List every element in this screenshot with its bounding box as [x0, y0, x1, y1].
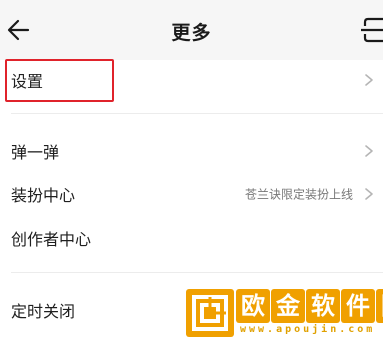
dressup-center-label: 装扮中心 — [11, 186, 76, 205]
dressup-promo-text: 苍兰诀限定装扮上线 — [244, 187, 353, 202]
watermark-char: 件 — [341, 289, 375, 323]
chevron-right-icon — [365, 145, 373, 157]
settings-label: 设置 — [11, 72, 44, 91]
chevron-right-icon — [365, 74, 373, 86]
watermark-text: 欧 金 软 件 园 — [236, 289, 383, 323]
creator-center-item[interactable]: 创作者中心 — [0, 216, 383, 260]
settings-item[interactable]: 设置 — [0, 58, 383, 102]
more-page: 更多 设置 弹一弹 装扮中心 苍兰诀限定装扮上线 创作者中心 定时关闭 欧 金 … — [0, 0, 383, 342]
dressup-center-item[interactable]: 装扮中心 苍兰诀限定装扮上线 — [0, 172, 383, 216]
tanyitan-label: 弹一弹 — [11, 143, 60, 162]
scan-icon — [361, 17, 383, 43]
tanyitan-item[interactable]: 弹一弹 — [0, 129, 383, 173]
page-title: 更多 — [171, 22, 212, 44]
top-bar: 更多 — [0, 0, 383, 60]
watermark: 欧 金 软 件 园 www.apoujin.com — [184, 287, 383, 339]
chevron-right-icon — [365, 188, 373, 200]
watermark-url: www.apoujin.com — [240, 324, 376, 335]
section-divider — [11, 272, 383, 273]
sleep-timer-label: 定时关闭 — [11, 302, 76, 321]
creator-center-label: 创作者中心 — [11, 230, 92, 249]
watermark-char: 欧 — [236, 289, 270, 323]
section-divider — [11, 113, 383, 114]
watermark-logo-icon — [186, 289, 234, 337]
watermark-char: 金 — [271, 289, 305, 323]
watermark-char: 软 — [306, 289, 340, 323]
watermark-char: 园 — [376, 289, 383, 323]
scan-button[interactable] — [359, 16, 383, 44]
